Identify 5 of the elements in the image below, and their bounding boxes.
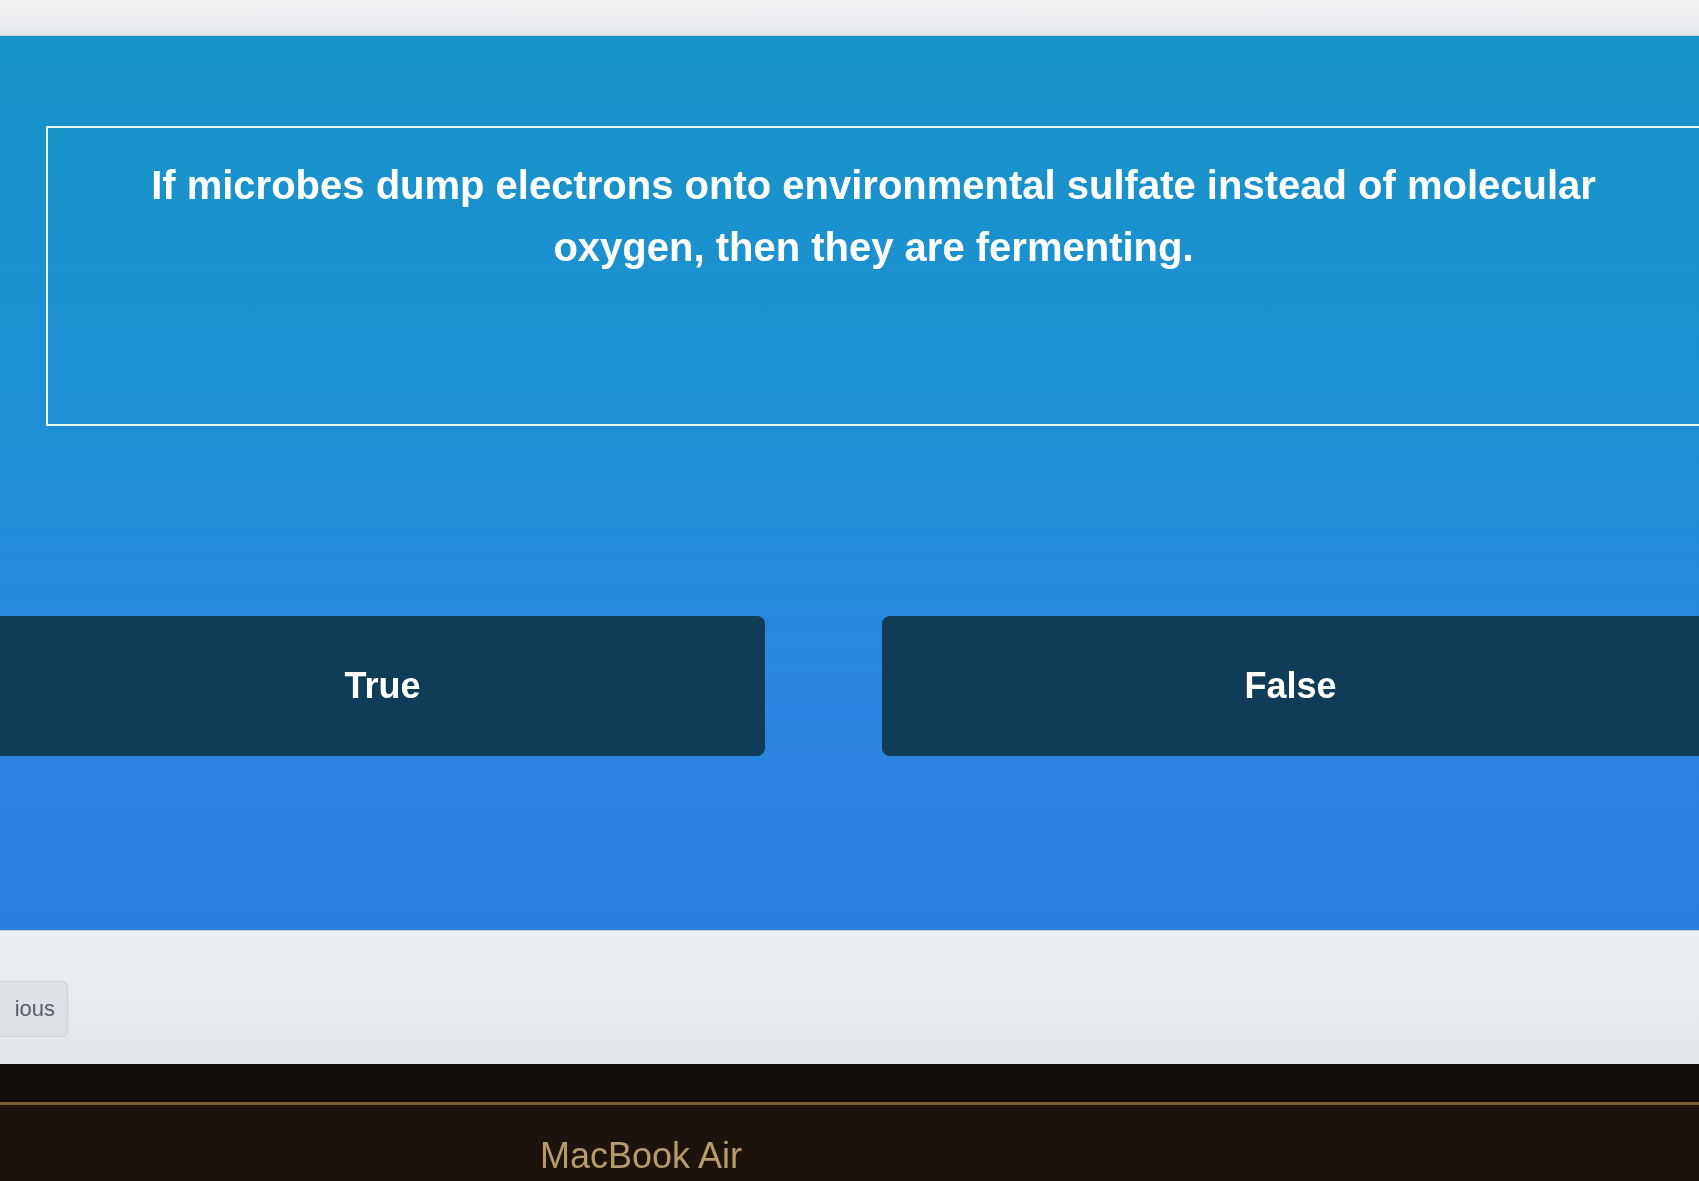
previous-button[interactable]: ious [0, 981, 68, 1037]
answer-button[interactable]: True [0, 616, 765, 756]
answer-button[interactable]: False [882, 616, 1699, 756]
question-text: If microbes dump electrons onto environmental sulfate instead of molecular oxygen, then they are fermenting. [150, 162, 1597, 271]
bezel-label: MacBook Air [540, 1135, 743, 1177]
